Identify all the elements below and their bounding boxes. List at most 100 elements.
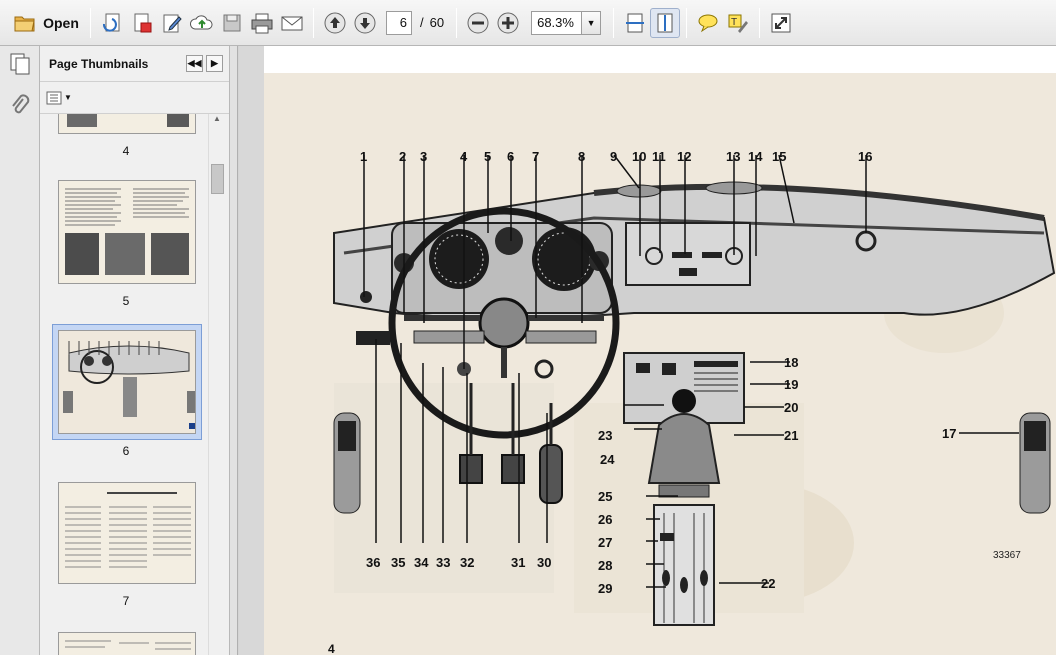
edit-pdf-button[interactable] (157, 8, 187, 38)
highlight-text-button[interactable]: T (723, 8, 753, 38)
fit-width-button[interactable] (620, 8, 650, 38)
callout-17: 17 (942, 426, 956, 441)
separator (759, 7, 761, 38)
callout-6: 6 (507, 149, 514, 164)
callout-19: 19 (784, 377, 798, 392)
callout-33: 33 (436, 555, 450, 570)
envelope-icon (281, 16, 303, 30)
zoom-input[interactable]: 68.3% (531, 10, 582, 35)
highlighter-icon: T (728, 14, 749, 33)
collapse-panel-button[interactable]: ◀◀ (186, 55, 203, 72)
page-number: 4 (328, 642, 335, 655)
callout-7: 7 (532, 149, 539, 164)
thumbnail-page-4[interactable] (58, 114, 196, 134)
callout-27: 27 (598, 535, 612, 550)
callout-13: 13 (726, 149, 740, 164)
callout-2: 2 (399, 149, 406, 164)
list-options-icon (46, 91, 62, 104)
callout-5: 5 (484, 149, 491, 164)
panel-header: Page Thumbnails ◀◀ ▶ (40, 46, 229, 82)
thumbnail-label: 5 (122, 294, 130, 308)
callout-3: 3 (420, 149, 427, 164)
open-button[interactable]: Open (8, 8, 84, 38)
thumbnail-page-8[interactable] (58, 632, 196, 655)
scroll-up-icon[interactable]: ▲ (209, 114, 225, 128)
separator (456, 7, 458, 38)
document-view[interactable]: 1 2 3 4 5 6 7 8 9 10 11 12 13 14 15 16 1 (239, 46, 1056, 655)
fit-page-button[interactable] (650, 7, 681, 38)
chevron-down-icon: ▼ (64, 93, 72, 102)
create-pdf-button[interactable] (97, 8, 127, 38)
zoom-dropdown-button[interactable]: ▼ (581, 10, 602, 35)
figure-number: 33367 (993, 550, 1021, 561)
edit-pdf-icon (163, 14, 182, 32)
zoom-out-button[interactable] (463, 8, 493, 38)
thumbnail-list: 4 5 6 7 (40, 114, 212, 655)
thumbnail-image (59, 483, 195, 583)
create-pdf-icon (102, 13, 120, 32)
thumbnail-label: 7 (122, 594, 130, 608)
callout-30: 30 (537, 555, 551, 570)
folder-icon (14, 16, 35, 31)
print-button[interactable] (247, 8, 277, 38)
chevron-down-icon: ▼ (586, 17, 596, 28)
next-page-button[interactable] (350, 8, 380, 38)
fit-height-icon (657, 13, 673, 32)
expand-icon (771, 13, 791, 32)
save-button[interactable] (217, 8, 247, 38)
separator (90, 7, 91, 38)
previous-page-button[interactable] (320, 8, 350, 38)
paperclip-icon (12, 94, 30, 114)
callout-20: 20 (784, 400, 798, 415)
plus-circle-icon (497, 12, 519, 33)
close-panel-button[interactable]: ▶ (206, 55, 223, 72)
page-thumbnails-tab[interactable] (6, 50, 34, 78)
callout-31: 31 (511, 555, 525, 570)
thumbnail-page-7[interactable] (58, 482, 196, 584)
callout-10: 10 (632, 149, 646, 164)
pdf-page: 1 2 3 4 5 6 7 8 9 10 11 12 13 14 15 16 1 (264, 46, 1056, 655)
double-chevron-left-icon: ◀◀ (187, 58, 202, 68)
callout-24: 24 (600, 452, 615, 467)
callout-18: 18 (784, 355, 798, 370)
export-pdf-icon (134, 13, 152, 32)
dashboard-diagram: 1 2 3 4 5 6 7 8 9 10 11 12 13 14 15 16 1 (328, 149, 1056, 655)
speech-bubble-icon (698, 14, 718, 32)
svg-text:T: T (731, 17, 737, 28)
callout-36: 36 (366, 555, 380, 570)
scrollbar-thumb[interactable] (211, 164, 224, 194)
zoom-in-button[interactable] (493, 8, 523, 38)
callout-8: 8 (578, 149, 585, 164)
separator (613, 7, 615, 38)
cloud-upload-icon (190, 14, 213, 29)
thumbnail-page-6[interactable] (58, 330, 196, 434)
comment-button[interactable] (693, 8, 723, 38)
page-total: 60 (429, 15, 445, 30)
callout-35: 35 (391, 555, 405, 570)
email-button[interactable] (277, 8, 307, 38)
options-button[interactable]: ▼ (46, 89, 72, 107)
thumbnail-page-5[interactable] (58, 180, 196, 284)
arrow-up-icon (324, 12, 346, 33)
thumbnail-scrollbar[interactable]: ▲ (208, 114, 225, 655)
printer-icon (251, 13, 273, 33)
panel-title: Page Thumbnails (49, 56, 149, 71)
page-separator: / (420, 15, 424, 30)
separator (686, 7, 688, 38)
export-pdf-button[interactable] (127, 8, 157, 38)
thumbnail-image (59, 114, 195, 133)
page-number-input[interactable]: 6 (386, 10, 412, 35)
cloud-upload-button[interactable] (187, 8, 217, 38)
open-label: Open (43, 14, 79, 31)
full-screen-button[interactable] (766, 8, 796, 38)
callout-22: 22 (761, 576, 775, 591)
callout-25: 25 (598, 489, 612, 504)
thumbnail-image (59, 633, 195, 655)
thumbnails-panel: Page Thumbnails ◀◀ ▶ ▼ 4 5 6 7 ▲ (40, 46, 230, 655)
callout-9: 9 (610, 149, 617, 164)
callout-34: 34 (414, 555, 429, 570)
chevron-right-icon: ▶ (211, 58, 218, 68)
panel-splitter[interactable] (230, 46, 238, 655)
callout-28: 28 (598, 558, 612, 573)
attachments-tab[interactable] (6, 92, 34, 120)
